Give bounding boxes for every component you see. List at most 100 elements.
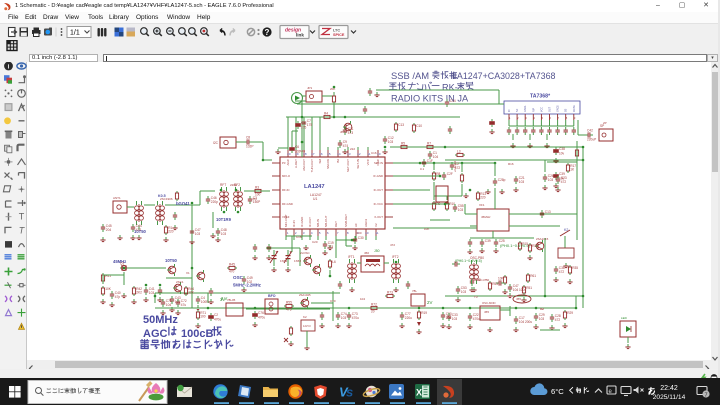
- svg-text:R61: R61: [530, 274, 536, 278]
- svg-text:C14: C14: [450, 99, 456, 103]
- svg-text:220: 220: [480, 196, 486, 200]
- svg-text:472: 472: [455, 166, 461, 170]
- svg-text:T: T: [19, 225, 26, 235]
- svg-text:78L05: 78L05: [227, 298, 236, 302]
- svg-text:103: 103: [341, 316, 347, 320]
- svg-text:R73: R73: [387, 291, 393, 295]
- svg-text:IF-GND: IF-GND: [300, 216, 304, 227]
- svg-text:TA7368*: TA7368*: [530, 94, 551, 100]
- svg-text:470u: 470u: [352, 316, 359, 320]
- svg-text:100cB: 100cB: [181, 328, 213, 340]
- svg-text:455: 455: [484, 310, 489, 314]
- svg-text:1: 1: [287, 231, 289, 235]
- svg-text:5: 5: [319, 231, 321, 235]
- svg-text:T3: T3: [474, 295, 478, 299]
- svg-text:IF-OUT: IF-OUT: [308, 217, 312, 227]
- svg-text:13: 13: [347, 152, 351, 156]
- svg-text:C53: C53: [461, 286, 467, 290]
- svg-text:NB-IN: NB-IN: [316, 219, 320, 227]
- svg-text:10T50: 10T50: [165, 258, 178, 263]
- svg-text:NB-OUT: NB-OUT: [324, 215, 328, 227]
- svg-text:470u: 470u: [214, 317, 221, 321]
- svg-text:1S53: 1S53: [294, 259, 301, 263]
- svg-text:2V: 2V: [427, 300, 432, 305]
- svg-text:IFT1: IFT1: [348, 255, 355, 259]
- svg-text:8: 8: [566, 116, 568, 120]
- svg-text:A-DET: A-DET: [294, 159, 298, 168]
- svg-text:C44: C44: [136, 224, 142, 228]
- svg-text:C22: C22: [473, 313, 479, 317]
- svg-text:C5: C5: [301, 121, 305, 125]
- svg-text:47p: 47p: [115, 295, 121, 299]
- svg-text:C21: C21: [519, 176, 525, 180]
- svg-text:1/1: 1/1: [70, 30, 80, 37]
- svg-text:C55: C55: [458, 204, 464, 208]
- svg-text:1S53: 1S53: [280, 259, 287, 263]
- svg-text:X-OUT: X-OUT: [374, 215, 383, 219]
- svg-text:104: 104: [300, 149, 305, 153]
- svg-text:SSB /AM: SSB /AM: [391, 70, 429, 81]
- svg-text:RIP: RIP: [532, 108, 535, 112]
- svg-text:20: 20: [287, 152, 291, 156]
- svg-text:X1: X1: [186, 271, 190, 275]
- svg-text:2SC1906: 2SC1906: [160, 197, 173, 201]
- svg-text:103: 103: [539, 317, 545, 321]
- svg-text:C70: C70: [330, 299, 336, 303]
- svg-text:R10: R10: [449, 202, 455, 206]
- svg-text:220p: 220p: [211, 200, 218, 204]
- svg-text:U1: U1: [313, 197, 317, 201]
- svg-text:C39: C39: [485, 239, 491, 243]
- svg-text:IN: IN: [508, 109, 511, 112]
- svg-text:50MHz: 50MHz: [143, 314, 178, 326]
- svg-text:10P: 10P: [498, 277, 504, 281]
- svg-text:103: 103: [548, 178, 554, 182]
- svg-text:2SA1015: 2SA1015: [536, 237, 549, 241]
- svg-text:C19: C19: [328, 241, 334, 245]
- svg-text:GND2: GND2: [557, 105, 560, 112]
- svg-text:C28: C28: [555, 314, 561, 318]
- svg-text:C2: C2: [214, 313, 218, 317]
- svg-text:9: 9: [574, 116, 576, 120]
- svg-text:15: 15: [327, 152, 331, 156]
- svg-text:223: 223: [328, 245, 334, 249]
- svg-text:470u: 470u: [473, 317, 480, 321]
- svg-text:LED: LED: [621, 316, 628, 320]
- svg-text:ANT1: ANT1: [113, 196, 121, 200]
- svg-text:LA1247: LA1247: [304, 184, 325, 190]
- svg-text:AGC: AGC: [143, 328, 168, 340]
- svg-text:R55: R55: [286, 301, 292, 305]
- svg-text:103: 103: [458, 208, 464, 212]
- svg-text:R35: R35: [572, 266, 578, 270]
- svg-text:455: 455: [516, 297, 521, 301]
- svg-text:X3: X3: [540, 307, 544, 311]
- svg-text:C72: C72: [181, 299, 187, 303]
- svg-text:s: s: [346, 385, 353, 400]
- svg-text:6: 6: [550, 116, 552, 120]
- svg-text:R31: R31: [532, 244, 538, 248]
- svg-text:472: 472: [555, 318, 561, 322]
- svg-text:47u: 47u: [181, 303, 187, 307]
- svg-text:IF-GND: IF-GND: [373, 174, 383, 178]
- svg-text:R29: R29: [567, 311, 573, 315]
- svg-text:473: 473: [348, 131, 354, 135]
- svg-text:R7: R7: [427, 142, 431, 146]
- svg-text:8: 8: [347, 231, 349, 235]
- svg-text:C29: C29: [539, 313, 545, 317]
- svg-text:10K: 10K: [424, 227, 429, 231]
- svg-text:10: 10: [377, 152, 381, 156]
- svg-text:AF: AF: [354, 223, 358, 227]
- svg-text:2P: 2P: [603, 121, 607, 125]
- svg-text:X: X: [416, 388, 422, 398]
- svg-text:Q1: Q1: [120, 262, 124, 266]
- svg-text:104: 104: [433, 155, 439, 159]
- svg-text:C16: C16: [371, 151, 377, 155]
- svg-text:102: 102: [247, 280, 253, 284]
- svg-text:450: 450: [364, 251, 369, 255]
- svg-text:C73: C73: [352, 312, 358, 316]
- svg-text:C9: C9: [343, 140, 347, 144]
- svg-text:OSC-MOD: OSC-MOD: [482, 301, 496, 305]
- svg-text:2025/11/14: 2025/11/14: [653, 394, 686, 401]
- svg-text:R45: R45: [229, 263, 235, 267]
- svg-text:K2: K2: [303, 315, 307, 319]
- svg-text:RF-GND: RF-GND: [282, 202, 293, 206]
